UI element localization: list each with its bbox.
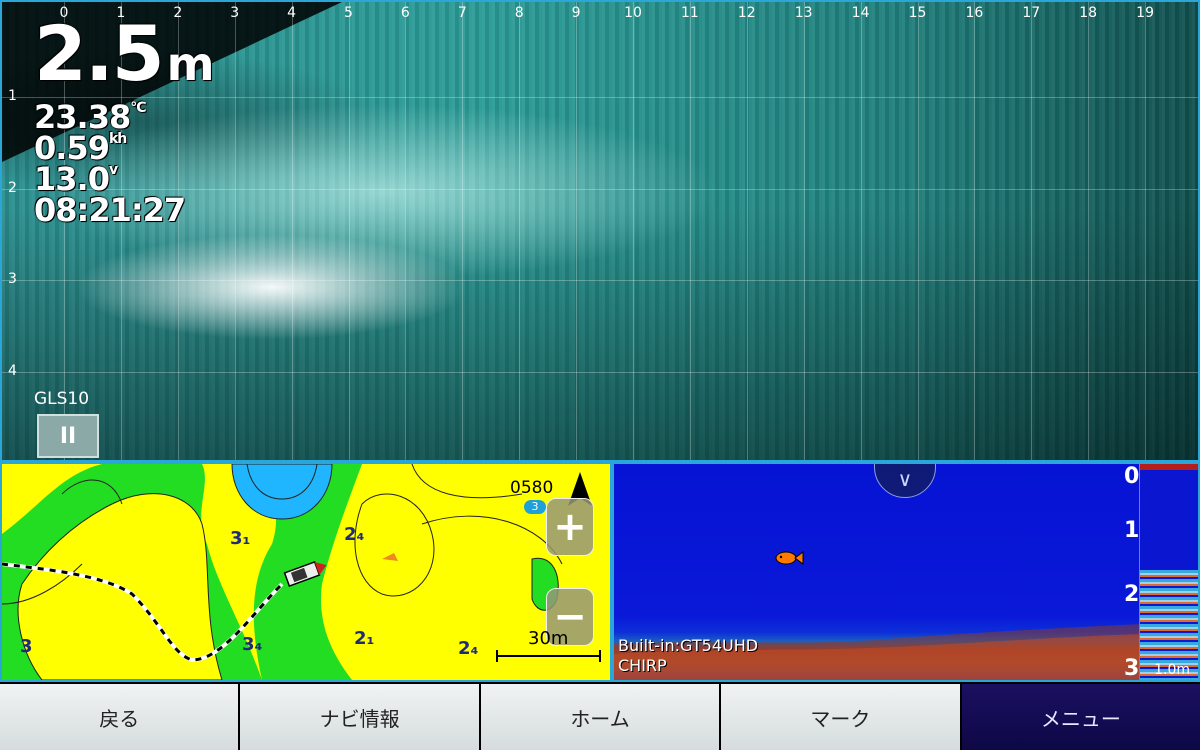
sonar-grid-line <box>405 2 407 460</box>
fish-icon <box>775 551 804 565</box>
sonar-source-label: GLS10 <box>34 389 90 409</box>
sonar-range-tick: 6 <box>400 5 410 21</box>
contour-label: 2₄ <box>344 524 365 545</box>
livescope-sonar-pane[interactable]: 0 1 2 3 4 5 6 7 8 9 10 11 12 13 14 15 16 17 18 19 1 2 3 4 2.5m … <box>0 0 1200 462</box>
sonar-depth-tick: 4 <box>8 362 17 379</box>
sonar-grid-line <box>689 2 691 460</box>
fish-waypoint-icon[interactable]: 3 <box>524 500 546 514</box>
zoom-in-button[interactable]: + <box>546 498 594 556</box>
menu-button[interactable]: メニュー <box>961 684 1200 750</box>
sonar-grid-line <box>860 2 862 460</box>
chart-scale-label: 30m <box>528 628 569 649</box>
home-button[interactable]: ホーム <box>480 684 720 750</box>
sonar-grid-line <box>917 2 919 460</box>
back-button[interactable]: 戻る <box>0 684 239 750</box>
sonar-range-tick: 3 <box>230 5 240 21</box>
bottom-toolbar: 戻る ナビ情報 ホーム マーク メニュー <box>0 684 1200 750</box>
transducer-label: Built-in:GT54UHD <box>618 636 759 655</box>
sonar-range-tick: 12 <box>737 5 756 21</box>
sonar-grid-line <box>2 280 1198 281</box>
sonar-range-tick: 15 <box>908 5 927 21</box>
sonar-grid-line <box>234 2 236 460</box>
sonar-grid-line <box>2 371 1198 373</box>
contour-label: 2₁ <box>354 628 375 649</box>
sonar-range-tick: 10 <box>624 5 642 21</box>
sonar-range-tick: 13 <box>794 5 813 21</box>
sonar-grid-line <box>1031 2 1033 460</box>
sonar-range-tick: 8 <box>514 5 524 21</box>
sonar-range-tick: 18 <box>1079 5 1098 21</box>
sonar-depth-tick: 2 <box>8 179 17 196</box>
time-readout: 08:21:27 <box>34 191 186 229</box>
pause-button[interactable]: II <box>37 414 99 458</box>
sonar-grid-line <box>633 2 634 460</box>
nav-info-button[interactable]: ナビ情報 <box>240 684 479 750</box>
target-depth-label: 0580 <box>510 478 554 498</box>
contour-label: 3₄ <box>242 634 263 655</box>
sonar-grid-line <box>1088 2 1090 460</box>
depth-readout: 2.5m <box>34 9 215 98</box>
sonar-range-tick: 16 <box>965 5 984 21</box>
sonar-grid-line <box>1145 2 1147 460</box>
sonar-range-tick: 17 <box>1022 5 1041 21</box>
sonar-range-tick: 11 <box>680 5 699 21</box>
mark-button[interactable]: マーク <box>721 684 960 750</box>
echo-color-scale <box>1139 464 1198 680</box>
traditional-sonar-pane[interactable]: ∨ 0 1 2 3 Built-in:GT54UHD CHIRP 1.0m <box>612 462 1200 682</box>
sonar-readouts: 2.5m 23.38°C 0.59kh 13.0v 08:21:27 <box>34 9 215 229</box>
sonar-grid-line <box>348 2 350 460</box>
echo-depth-tick: 0 <box>1124 464 1140 489</box>
sonar-grid-line <box>803 2 805 460</box>
navigation-chart-pane[interactable]: 0580 3 + − 30m 3₁ 2₄ 3 3₄ 2₁ 2₄ <box>0 462 612 682</box>
contour-label: 3 <box>20 636 33 657</box>
sonar-range-tick: 19 <box>1136 5 1155 21</box>
contour-label: 3₁ <box>230 528 251 549</box>
contour-label: 2₄ <box>458 638 479 659</box>
sonar-grid-line <box>746 2 748 460</box>
echo-scale-label: 1.0m <box>1154 662 1190 678</box>
sonar-grid-line <box>519 2 521 460</box>
sonar-range-tick: 7 <box>457 5 467 21</box>
echo-depth-tick: 1 <box>1124 518 1140 543</box>
frequency-label: CHIRP <box>618 656 667 675</box>
sonar-grid-line <box>462 2 464 460</box>
sonar-range-tick: 5 <box>344 5 353 21</box>
sonar-grid-line <box>291 2 293 460</box>
echo-depth-tick: 2 <box>1124 582 1140 607</box>
sonar-range-tick: 4 <box>287 5 297 21</box>
sonar-grid-line <box>576 2 578 460</box>
sonar-range-tick: 9 <box>571 5 581 21</box>
sonar-depth-tick: 1 <box>8 88 17 104</box>
sonar-grid-line <box>974 2 976 460</box>
echo-depth-tick: 3 <box>1124 656 1140 681</box>
sonar-depth-tick: 3 <box>8 271 17 287</box>
sonar-range-tick: 14 <box>851 5 870 21</box>
